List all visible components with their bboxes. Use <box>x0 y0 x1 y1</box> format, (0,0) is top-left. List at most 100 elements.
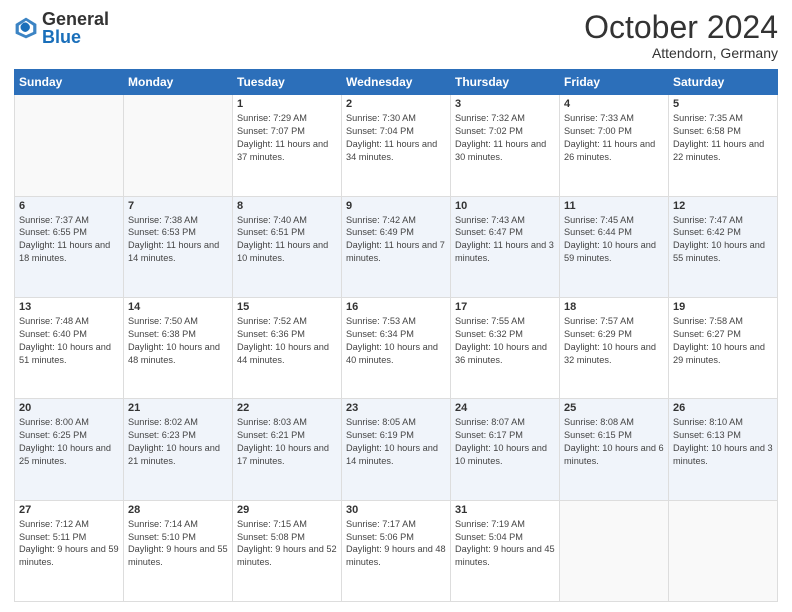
weekday-header-wednesday: Wednesday <box>342 70 451 95</box>
day-number: 21 <box>128 402 228 414</box>
day-number: 6 <box>19 200 119 212</box>
calendar-cell: 7 Sunrise: 7:38 AM Sunset: 6:53 PM Daylig… <box>124 196 233 297</box>
day-number: 4 <box>564 98 664 110</box>
weekday-header-saturday: Saturday <box>669 70 778 95</box>
calendar-cell: 18Sunrise: 7:57 AM Sunset: 6:29 PM Dayli… <box>560 297 669 398</box>
day-info: Sunrise: 8:10 AM Sunset: 6:13 PM Dayligh… <box>673 416 773 468</box>
calendar-cell: 21 Sunrise: 8:02 AM Sunset: 6:23 PM Dayli… <box>124 399 233 500</box>
day-number: 23 <box>346 402 446 414</box>
day-number: 27 <box>19 504 119 516</box>
day-info: Sunrise: 7:52 AM Sunset: 6:36 PM Dayligh… <box>237 315 337 367</box>
day-number: 29 <box>237 504 337 516</box>
calendar-cell: 3Sunrise: 7:32 AM Sunset: 7:02 PM Daylig… <box>451 95 560 196</box>
calendar-cell: 1 Sunrise: 7:29 AM Sunset: 7:07 PM Daylig… <box>233 95 342 196</box>
day-info: Sunrise: 7:12 AM Sunset: 5:11 PM Dayligh… <box>19 518 119 570</box>
title-block: October 2024 Attendorn, Germany <box>584 10 778 61</box>
day-info: Sunrise: 7:37 AM Sunset: 6:55 PM Dayligh… <box>19 214 119 266</box>
day-info: Sunrise: 7:48 AM Sunset: 6:40 PM Dayligh… <box>19 315 119 367</box>
calendar-cell: 12Sunrise: 7:47 AM Sunset: 6:42 PM Dayli… <box>669 196 778 297</box>
calendar-cell: 15 Sunrise: 7:52 AM Sunset: 6:36 PM Dayli… <box>233 297 342 398</box>
day-info: Sunrise: 7:58 AM Sunset: 6:27 PM Dayligh… <box>673 315 773 367</box>
location-subtitle: Attendorn, Germany <box>584 45 778 61</box>
day-number: 19 <box>673 301 773 313</box>
calendar-cell: 29 Sunrise: 7:15 AM Sunset: 5:08 PM Dayli… <box>233 500 342 601</box>
day-info: Sunrise: 8:08 AM Sunset: 6:15 PM Dayligh… <box>564 416 664 468</box>
calendar-cell: 28 Sunrise: 7:14 AM Sunset: 5:10 PM Dayli… <box>124 500 233 601</box>
day-info: Sunrise: 7:45 AM Sunset: 6:44 PM Dayligh… <box>564 214 664 266</box>
calendar-cell: 5Sunrise: 7:35 AM Sunset: 6:58 PM Daylig… <box>669 95 778 196</box>
day-number: 28 <box>128 504 228 516</box>
calendar-cell: 9Sunrise: 7:42 AM Sunset: 6:49 PM Daylig… <box>342 196 451 297</box>
day-number: 20 <box>19 402 119 414</box>
calendar-cell: 10Sunrise: 7:43 AM Sunset: 6:47 PM Dayli… <box>451 196 560 297</box>
day-info: Sunrise: 8:07 AM Sunset: 6:17 PM Dayligh… <box>455 416 555 468</box>
calendar-cell: 23Sunrise: 8:05 AM Sunset: 6:19 PM Dayli… <box>342 399 451 500</box>
weekday-header-sunday: Sunday <box>15 70 124 95</box>
calendar-table: SundayMondayTuesdayWednesdayThursdayFrid… <box>14 69 778 602</box>
day-number: 1 <box>237 98 337 110</box>
day-number: 7 <box>128 200 228 212</box>
day-info: Sunrise: 7:32 AM Sunset: 7:02 PM Dayligh… <box>455 112 555 164</box>
week-row-4: 20 Sunrise: 8:00 AM Sunset: 6:25 PM Dayli… <box>15 399 778 500</box>
logo: General Blue <box>14 10 109 46</box>
day-number: 13 <box>19 301 119 313</box>
week-row-1: 1 Sunrise: 7:29 AM Sunset: 7:07 PM Daylig… <box>15 95 778 196</box>
calendar-cell: 2Sunrise: 7:30 AM Sunset: 7:04 PM Daylig… <box>342 95 451 196</box>
weekday-header-monday: Monday <box>124 70 233 95</box>
day-number: 31 <box>455 504 555 516</box>
weekday-header-friday: Friday <box>560 70 669 95</box>
day-number: 24 <box>455 402 555 414</box>
day-info: Sunrise: 7:29 AM Sunset: 7:07 PM Dayligh… <box>237 112 337 164</box>
calendar-cell: 16 Sunrise: 7:53 AM Sunset: 6:34 PM Dayli… <box>342 297 451 398</box>
week-row-5: 27 Sunrise: 7:12 AM Sunset: 5:11 PM Dayli… <box>15 500 778 601</box>
calendar-cell: 19 Sunrise: 7:58 AM Sunset: 6:27 PM Dayli… <box>669 297 778 398</box>
logo-general: General <box>42 9 109 29</box>
day-info: Sunrise: 7:15 AM Sunset: 5:08 PM Dayligh… <box>237 518 337 570</box>
day-info: Sunrise: 8:03 AM Sunset: 6:21 PM Dayligh… <box>237 416 337 468</box>
calendar-cell: 14Sunrise: 7:50 AM Sunset: 6:38 PM Dayli… <box>124 297 233 398</box>
day-info: Sunrise: 7:17 AM Sunset: 5:06 PM Dayligh… <box>346 518 446 570</box>
day-number: 16 <box>346 301 446 313</box>
logo-blue: Blue <box>42 27 81 47</box>
calendar-cell: 31Sunrise: 7:19 AM Sunset: 5:04 PM Dayli… <box>451 500 560 601</box>
calendar-cell: 4Sunrise: 7:33 AM Sunset: 7:00 PM Daylig… <box>560 95 669 196</box>
day-number: 14 <box>128 301 228 313</box>
day-info: Sunrise: 7:40 AM Sunset: 6:51 PM Dayligh… <box>237 214 337 266</box>
weekday-header-row: SundayMondayTuesdayWednesdayThursdayFrid… <box>15 70 778 95</box>
weekday-header-thursday: Thursday <box>451 70 560 95</box>
calendar-cell: 20 Sunrise: 8:00 AM Sunset: 6:25 PM Dayli… <box>15 399 124 500</box>
day-number: 30 <box>346 504 446 516</box>
day-info: Sunrise: 7:55 AM Sunset: 6:32 PM Dayligh… <box>455 315 555 367</box>
calendar-cell: 26 Sunrise: 8:10 AM Sunset: 6:13 PM Dayli… <box>669 399 778 500</box>
logo-icon <box>14 16 38 40</box>
day-number: 25 <box>564 402 664 414</box>
header: General Blue October 2024 Attendorn, Ger… <box>14 10 778 61</box>
day-info: Sunrise: 7:30 AM Sunset: 7:04 PM Dayligh… <box>346 112 446 164</box>
day-number: 8 <box>237 200 337 212</box>
day-number: 15 <box>237 301 337 313</box>
day-info: Sunrise: 8:00 AM Sunset: 6:25 PM Dayligh… <box>19 416 119 468</box>
day-number: 26 <box>673 402 773 414</box>
calendar-cell: 17 Sunrise: 7:55 AM Sunset: 6:32 PM Dayli… <box>451 297 560 398</box>
calendar-cell <box>15 95 124 196</box>
weekday-header-tuesday: Tuesday <box>233 70 342 95</box>
day-info: Sunrise: 7:14 AM Sunset: 5:10 PM Dayligh… <box>128 518 228 570</box>
day-number: 11 <box>564 200 664 212</box>
calendar-cell: 6 Sunrise: 7:37 AM Sunset: 6:55 PM Daylig… <box>15 196 124 297</box>
page: General Blue October 2024 Attendorn, Ger… <box>0 0 792 612</box>
day-info: Sunrise: 7:53 AM Sunset: 6:34 PM Dayligh… <box>346 315 446 367</box>
day-info: Sunrise: 7:42 AM Sunset: 6:49 PM Dayligh… <box>346 214 446 266</box>
day-number: 18 <box>564 301 664 313</box>
logo-wordmark: General Blue <box>42 10 109 46</box>
calendar-cell: 27 Sunrise: 7:12 AM Sunset: 5:11 PM Dayli… <box>15 500 124 601</box>
day-number: 10 <box>455 200 555 212</box>
day-info: Sunrise: 7:35 AM Sunset: 6:58 PM Dayligh… <box>673 112 773 164</box>
day-info: Sunrise: 7:38 AM Sunset: 6:53 PM Dayligh… <box>128 214 228 266</box>
calendar-cell: 24 Sunrise: 8:07 AM Sunset: 6:17 PM Dayli… <box>451 399 560 500</box>
day-info: Sunrise: 7:47 AM Sunset: 6:42 PM Dayligh… <box>673 214 773 266</box>
day-info: Sunrise: 8:02 AM Sunset: 6:23 PM Dayligh… <box>128 416 228 468</box>
day-number: 17 <box>455 301 555 313</box>
calendar-cell: 13 Sunrise: 7:48 AM Sunset: 6:40 PM Dayli… <box>15 297 124 398</box>
calendar-cell <box>669 500 778 601</box>
week-row-3: 13 Sunrise: 7:48 AM Sunset: 6:40 PM Dayli… <box>15 297 778 398</box>
